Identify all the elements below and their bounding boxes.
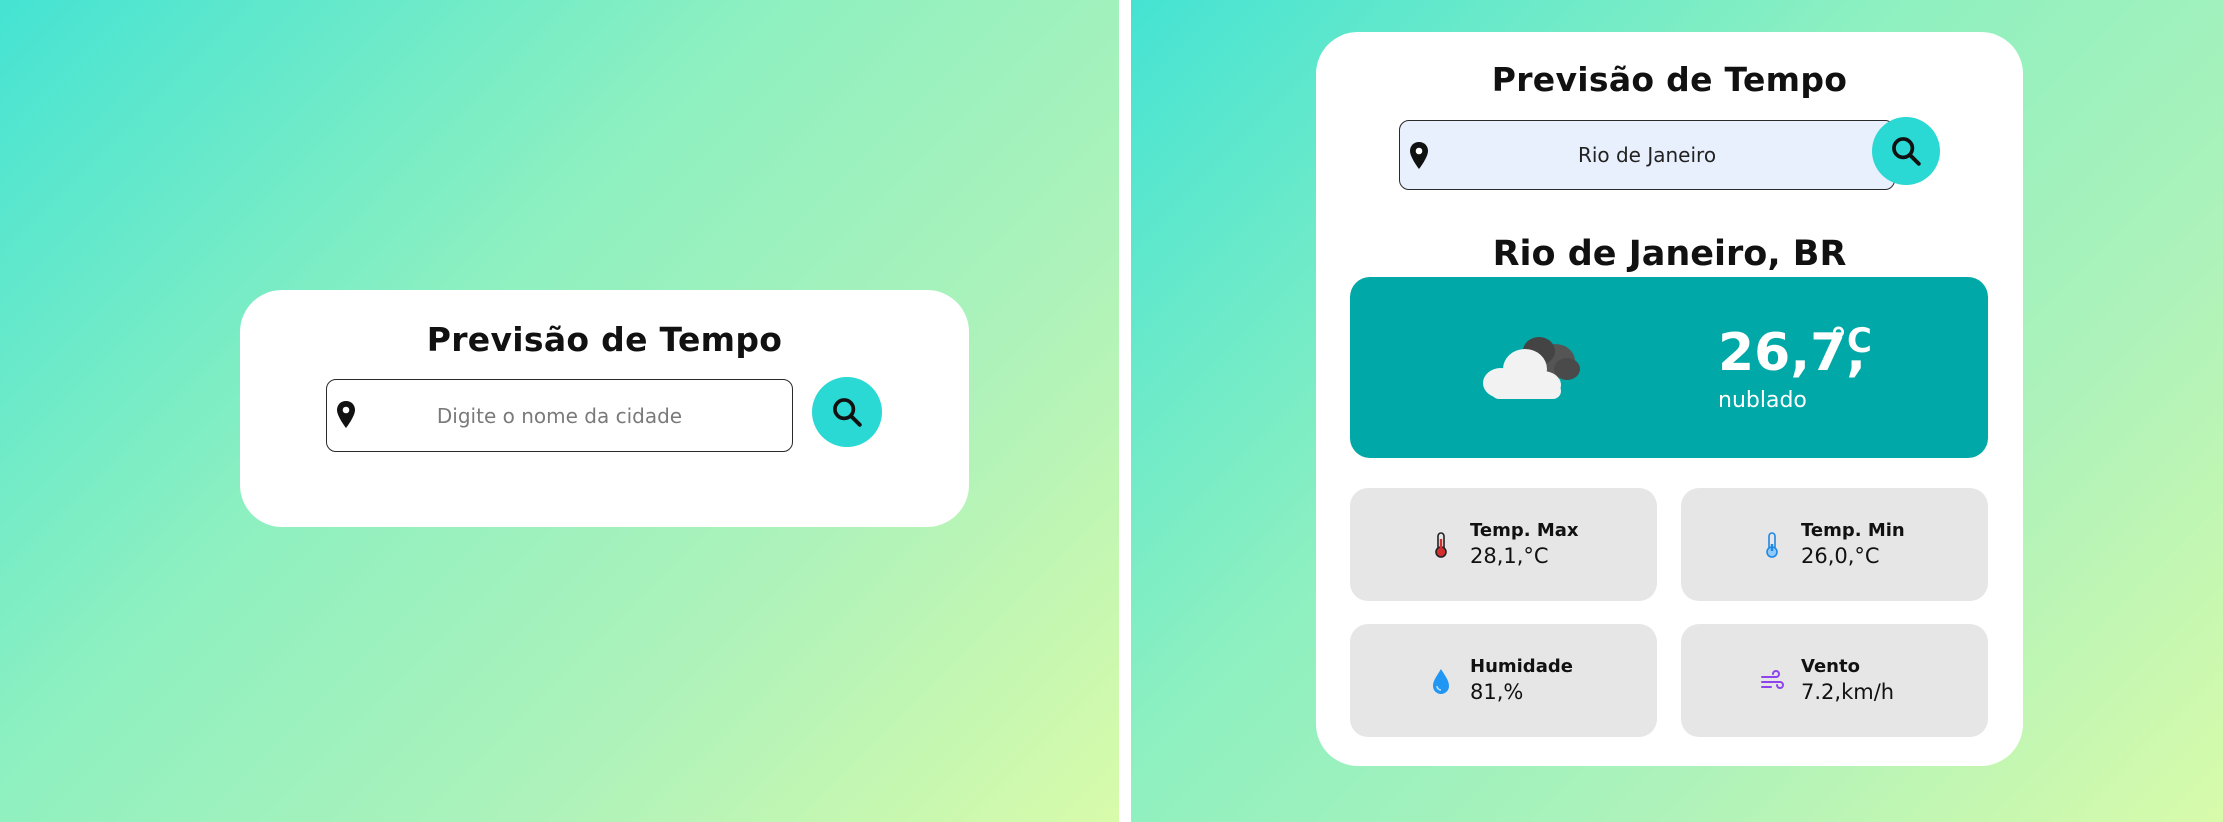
weather-app-initial: Previsão de Tempo Digite o nome da cidad… — [0, 0, 1119, 822]
stat-value: 7.2,km/h — [1801, 680, 1895, 704]
stat-value: 81,% — [1470, 680, 1524, 704]
city-search-input[interactable]: Digite o nome da cidade — [327, 380, 792, 451]
cloud-icon — [1483, 337, 1580, 399]
city-search-field[interactable]: Digite o nome da cidade — [326, 379, 793, 452]
temperature-unit: °C — [1830, 321, 1872, 361]
weather-card: Previsão de Tempo Rio de Janeiro Rio de … — [1316, 32, 2023, 766]
current-weather-panel: 26,7, °C nublado — [1350, 277, 1988, 458]
stat-card-temp-max: Temp. Max 28,1,°C — [1350, 488, 1657, 601]
stat-card-wind: Vento 7.2,km/h — [1681, 624, 1988, 737]
thermometer-hot-icon — [1435, 532, 1447, 558]
search-button[interactable] — [1872, 117, 1940, 185]
city-search-field[interactable]: Rio de Janeiro — [1399, 120, 1895, 190]
city-name: Rio de Janeiro, BR — [1492, 234, 1847, 274]
stat-label: Temp. Min — [1801, 520, 1905, 541]
thermometer-cold-icon — [1766, 532, 1778, 558]
stat-label: Vento — [1801, 656, 1860, 677]
page-title: Previsão de Tempo — [426, 320, 783, 359]
stat-label: Temp. Max — [1470, 520, 1579, 541]
city-search-input[interactable]: Rio de Janeiro — [1400, 121, 1894, 189]
weather-app-results: Previsão de Tempo Rio de Janeiro Rio de … — [1131, 0, 2223, 822]
page-title: Previsão de Tempo — [1491, 60, 1848, 99]
search-button[interactable] — [812, 377, 882, 447]
stat-label: Humidade — [1470, 656, 1573, 677]
stat-value: 28,1,°C — [1470, 544, 1549, 568]
wind-icon — [1761, 670, 1784, 689]
search-icon — [1892, 137, 1921, 166]
search-icon — [833, 398, 862, 427]
search-card: Previsão de Tempo Digite o nome da cidad… — [240, 290, 969, 527]
stat-card-humidity: Humidade 81,% — [1350, 624, 1657, 737]
stat-value: 26,0,°C — [1801, 544, 1880, 568]
stat-card-temp-min: Temp. Min 26,0,°C — [1681, 488, 1988, 601]
weather-condition: nublado — [1718, 388, 1807, 413]
water-drop-icon — [1433, 669, 1449, 694]
